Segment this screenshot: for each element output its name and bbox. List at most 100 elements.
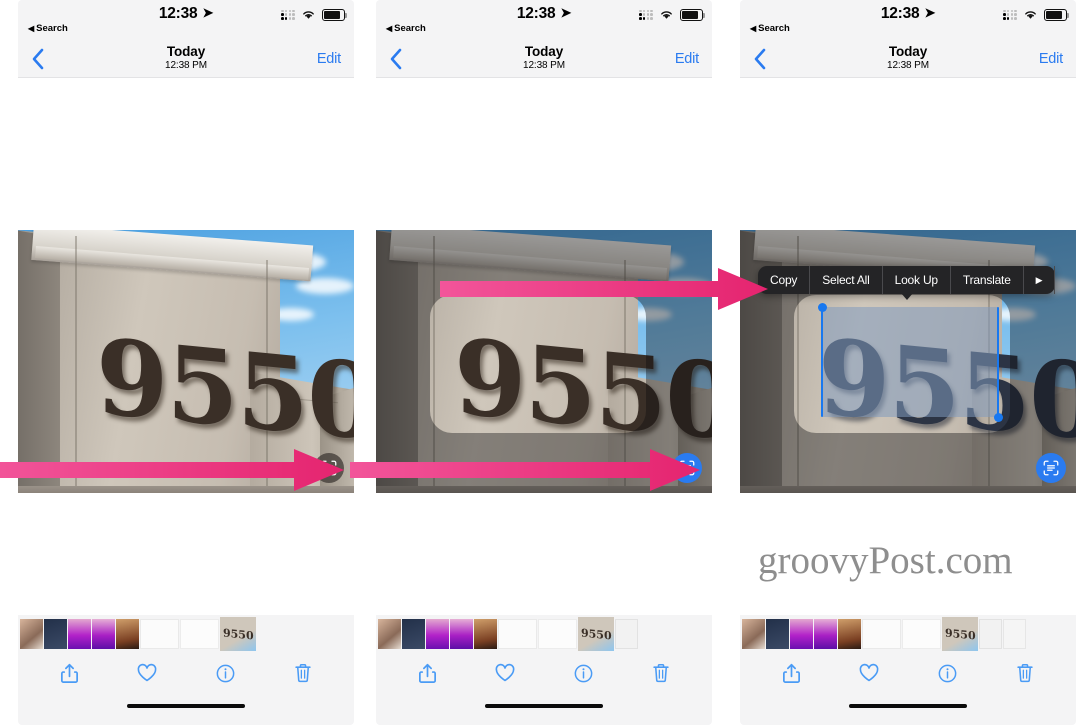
list-item[interactable]	[426, 619, 449, 649]
list-item[interactable]	[402, 619, 425, 649]
home-indicator[interactable]	[849, 703, 967, 708]
status-bar: 12:38 ➤ ◀ Search	[740, 0, 1076, 40]
context-menu-item-select-all[interactable]: Select All	[810, 266, 883, 294]
photo-filmstrip-3[interactable]: 9550	[740, 615, 1076, 653]
list-item[interactable]	[766, 619, 789, 649]
list-item[interactable]	[450, 619, 473, 649]
status-bar: 12:38 ➤ ◀ Search	[18, 0, 354, 40]
nav-bar: Today 12:38 PM Edit	[740, 40, 1076, 78]
live-text-button[interactable]	[1036, 453, 1066, 483]
page-title: Today	[524, 44, 564, 59]
location-arrow-icon: ➤	[560, 5, 572, 20]
info-icon[interactable]	[214, 661, 236, 685]
heart-icon[interactable]	[858, 661, 880, 685]
list-item[interactable]	[615, 619, 638, 649]
nav-title-block: Today 12:38 PM	[740, 44, 1076, 71]
spacer	[740, 78, 1076, 230]
info-icon[interactable]	[572, 661, 594, 685]
share-icon[interactable]	[416, 661, 438, 685]
list-item[interactable]	[790, 619, 813, 649]
selection-end-knob[interactable]	[993, 413, 1003, 422]
list-item[interactable]	[498, 619, 537, 649]
triangle-left-icon: ◀	[386, 23, 393, 33]
edit-button[interactable]: Edit	[317, 51, 341, 67]
home-indicator[interactable]	[127, 703, 245, 708]
wifi-icon	[1025, 11, 1036, 19]
list-item[interactable]	[902, 619, 941, 649]
status-back-to-search[interactable]: ◀ Search	[750, 23, 790, 34]
spacer	[18, 493, 354, 615]
screenshot-canvas: 12:38 ➤ ◀ Search Today 12:38 PM Edit 955…	[0, 0, 1080, 728]
list-item[interactable]	[979, 619, 1002, 649]
thumb-label: 9550	[222, 625, 254, 643]
list-item[interactable]	[92, 619, 115, 649]
context-menu-item-look-up[interactable]: Look Up	[883, 266, 951, 294]
list-item[interactable]	[862, 619, 901, 649]
context-menu-item-more[interactable]: ▶	[1024, 266, 1056, 294]
list-item[interactable]	[44, 619, 67, 649]
page-title: Today	[166, 44, 206, 59]
photo-filmstrip-2[interactable]: 9550	[376, 615, 712, 653]
list-item[interactable]	[538, 619, 577, 649]
list-item[interactable]	[180, 619, 219, 649]
trash-icon[interactable]	[1014, 661, 1036, 685]
edit-button[interactable]: Edit	[1039, 51, 1063, 67]
triangle-left-icon: ◀	[28, 23, 35, 33]
battery-icon	[680, 9, 706, 21]
spacer	[18, 78, 354, 230]
list-item[interactable]	[814, 619, 837, 649]
context-menu-pointer	[900, 293, 913, 300]
photo-filmstrip-1[interactable]: 9550	[18, 615, 354, 653]
status-indicators	[1003, 9, 1070, 21]
trash-icon[interactable]	[650, 661, 672, 685]
share-icon[interactable]	[780, 661, 802, 685]
list-item-selected[interactable]: 9550	[942, 617, 978, 651]
wifi-icon	[661, 11, 672, 19]
wifi-icon	[303, 11, 314, 19]
list-item[interactable]	[116, 619, 139, 649]
battery-icon	[1044, 9, 1070, 21]
photo-toolbar-2	[376, 653, 712, 693]
triangle-left-icon: ◀	[750, 23, 757, 33]
status-indicators	[639, 9, 706, 21]
phone-panel-2: 12:38 ➤ ◀ Search Today 12:38 PM Edit 955…	[376, 0, 712, 725]
selection-start-knob[interactable]	[817, 303, 827, 312]
share-icon[interactable]	[58, 661, 80, 685]
heart-icon[interactable]	[136, 661, 158, 685]
flow-arrow-1	[0, 449, 344, 491]
info-icon[interactable]	[936, 661, 958, 685]
status-indicators	[281, 9, 348, 21]
list-item-selected[interactable]: 9550	[220, 617, 256, 651]
edit-button[interactable]: Edit	[675, 51, 699, 67]
list-item[interactable]	[742, 619, 765, 649]
heart-icon[interactable]	[494, 661, 516, 685]
photo-view-3[interactable]: 9550 Copy Select All Look Up Translate ▶	[740, 230, 1076, 493]
list-item[interactable]	[20, 619, 43, 649]
page-subtitle: 12:38 PM	[886, 60, 929, 71]
nav-title-block: Today 12:38 PM	[18, 44, 354, 71]
flow-arrow-3	[440, 268, 768, 310]
list-item[interactable]	[1003, 619, 1026, 649]
home-indicator-area	[740, 693, 1076, 725]
context-menu-item-translate[interactable]: Translate	[951, 266, 1024, 294]
nav-title-block: Today 12:38 PM	[376, 44, 712, 71]
watermark: groovyPost.com	[758, 539, 1013, 582]
cellular-signal-icon	[639, 9, 653, 20]
list-item[interactable]	[68, 619, 91, 649]
list-item[interactable]	[140, 619, 179, 649]
flow-arrow-2	[350, 449, 700, 491]
text-selection-highlight[interactable]	[822, 307, 998, 417]
list-item[interactable]	[378, 619, 401, 649]
live-text-scan-icon	[1043, 460, 1059, 476]
list-item[interactable]	[838, 619, 861, 649]
photo-address-number: 9550	[96, 314, 354, 465]
list-item[interactable]	[474, 619, 497, 649]
page-title: Today	[888, 44, 928, 59]
home-indicator[interactable]	[485, 703, 603, 708]
status-back-to-search[interactable]: ◀ Search	[28, 23, 68, 34]
trash-icon[interactable]	[292, 661, 314, 685]
list-item-selected[interactable]: 9550	[578, 617, 614, 651]
thumb-label: 9550	[944, 625, 976, 643]
status-time-text: 12:38	[516, 5, 556, 22]
status-back-to-search[interactable]: ◀ Search	[386, 23, 426, 34]
